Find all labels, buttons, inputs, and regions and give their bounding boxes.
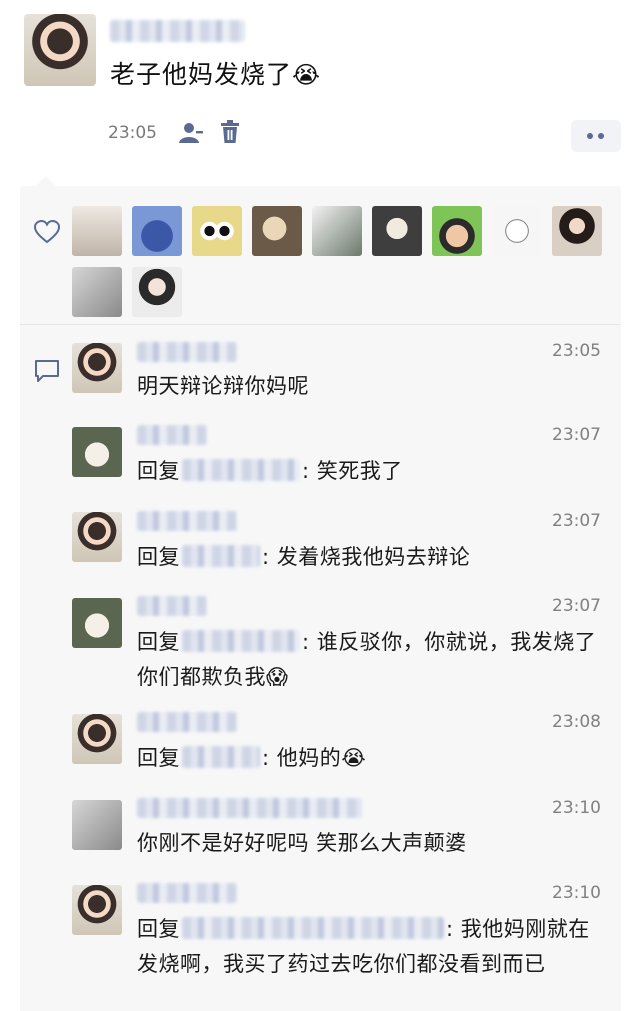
comment-emoji: 😭 [341, 746, 367, 770]
post-author-name-blurred[interactable] [110, 20, 245, 42]
comment-time: 23:07 [552, 511, 601, 531]
post-text: 老子他妈发烧了 [110, 60, 293, 89]
comment-text[interactable]: 回复: 他妈的😭 [137, 741, 607, 776]
comment-author-blurred[interactable] [137, 798, 362, 818]
liker-avatar[interactable] [372, 206, 422, 256]
liker-avatar[interactable] [492, 206, 542, 256]
reply-sep: : [302, 459, 310, 483]
reply-sep: : [262, 746, 270, 770]
comment-avatar[interactable] [72, 343, 122, 393]
comment-author-blurred[interactable] [137, 883, 237, 903]
comment-author-blurred[interactable] [137, 511, 237, 531]
liker-avatar[interactable] [132, 267, 182, 317]
comment-time: 23:10 [552, 883, 601, 903]
reply-prefix: 回复 [137, 630, 180, 654]
comment-time: 23:07 [552, 425, 601, 445]
post-emoji: 😭 [292, 61, 322, 89]
user-icon[interactable] [178, 122, 204, 144]
liker-avatar[interactable] [72, 267, 122, 317]
comment-time: 23:07 [552, 596, 601, 616]
more-button[interactable] [571, 120, 621, 152]
comment-time: 23:05 [552, 341, 601, 361]
reply-prefix: 回复 [137, 917, 180, 941]
post-author-avatar[interactable] [24, 14, 96, 86]
comment-avatar[interactable] [72, 427, 122, 477]
liker-avatar[interactable] [432, 206, 482, 256]
reply-target-blurred[interactable] [182, 746, 260, 768]
comment-time: 23:08 [552, 712, 601, 732]
liker-avatar[interactable] [72, 206, 122, 256]
comment-text[interactable]: 回复: 我他妈刚就在发烧啊，我买了药过去吃你们都没看到而已 [137, 912, 607, 982]
reply-target-blurred[interactable] [182, 545, 260, 567]
reply-prefix: 回复 [137, 545, 180, 569]
comment-body: 发着烧我他妈去辩论 [269, 545, 471, 569]
more-icon [587, 133, 593, 139]
liker-avatar[interactable] [192, 206, 242, 256]
comment-body: 你刚不是好好呢吗 笑那么大声颠婆 [137, 831, 467, 855]
comment-author-blurred[interactable] [137, 425, 207, 445]
reply-target-blurred[interactable] [182, 459, 300, 481]
comment-text[interactable]: 回复: 笑死我了 [137, 454, 607, 489]
comment-icon [35, 360, 59, 382]
post-time: 23:05 [108, 123, 157, 143]
reply-sep: : [302, 630, 310, 654]
comment-avatar[interactable] [72, 512, 122, 562]
comment-text[interactable]: 你刚不是好好呢吗 笑那么大声颠婆 [137, 826, 607, 861]
liker-avatar[interactable] [252, 206, 302, 256]
trash-icon[interactable] [220, 120, 240, 144]
reply-target-blurred[interactable] [182, 630, 300, 652]
comment-author-blurred[interactable] [137, 342, 237, 362]
liker-avatar[interactable] [552, 206, 602, 256]
comment-text[interactable]: 回复: 发着烧我他妈去辩论 [137, 540, 607, 575]
comment-author-blurred[interactable] [137, 712, 237, 732]
comment-body: 他妈的 [269, 746, 342, 770]
comment-author-blurred[interactable] [137, 596, 207, 616]
comment-avatar[interactable] [72, 800, 122, 850]
heart-icon [34, 220, 60, 244]
reply-sep: : [446, 917, 454, 941]
comment-avatar[interactable] [72, 598, 122, 648]
reply-sep: : [262, 545, 270, 569]
comment-avatar[interactable] [72, 885, 122, 935]
reply-prefix: 回复 [137, 746, 180, 770]
comment-avatar[interactable] [72, 714, 122, 764]
post-content: 老子他妈发烧了😭 [110, 55, 321, 91]
comment-text[interactable]: 明天辩论辩你妈呢 [137, 369, 607, 404]
comment-time: 23:10 [552, 798, 601, 818]
comment-text[interactable]: 回复: 谁反驳你，你就说，我发烧了你们都欺负我😱 [137, 625, 607, 695]
comment-body: 明天辩论辩你妈呢 [137, 374, 309, 398]
comments-panel: 23:05 明天辩论辩你妈呢 23:07 回复: 笑死我了 23:07 回复: … [20, 325, 621, 1011]
liker-avatar[interactable] [312, 206, 362, 256]
comment-body: 笑死我了 [309, 459, 403, 483]
reply-prefix: 回复 [137, 459, 180, 483]
likes-panel [20, 176, 621, 324]
liker-avatar[interactable] [132, 206, 182, 256]
comment-emoji: 😱 [266, 665, 289, 689]
reply-target-blurred[interactable] [182, 917, 444, 939]
